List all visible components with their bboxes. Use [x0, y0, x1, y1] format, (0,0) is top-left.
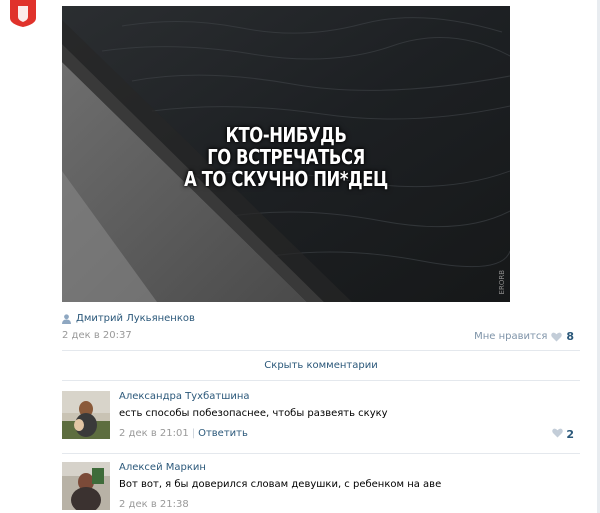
separator: | [191, 428, 196, 439]
post-image[interactable]: КТО-НИБУДЬ ГО ВСТРЕЧАТЬСЯ А ТО СКУЧНО ПИ… [62, 6, 510, 302]
app-logo-icon [6, 0, 40, 28]
comment-meta: 2 дек в 21:38 [119, 499, 189, 510]
comment-item: Алексей Маркин Вот вот, я бы доверился с… [62, 462, 580, 513]
caption-line: КТО-НИБУДЬ [225, 123, 347, 147]
heart-icon [552, 428, 564, 441]
person-icon [62, 313, 71, 324]
comment-text: есть способы побезопаснее, чтобы развеят… [119, 408, 388, 419]
hide-comments-link[interactable]: Скрыть комментарии [62, 360, 580, 371]
comment-item: Александра Тухбатшина есть способы побез… [62, 391, 580, 443]
comment-meta: 2 дек в 21:01 | Ответить [119, 428, 248, 439]
comment-author[interactable]: Алексей Маркин [119, 462, 206, 473]
like-button[interactable]: Мне нравится 8 [474, 330, 574, 343]
post-caption: КТО-НИБУДЬ ГО ВСТРЕЧАТЬСЯ А ТО СКУЧНО ПИ… [102, 124, 469, 190]
comment-author[interactable]: Александра Тухбатшина [119, 391, 250, 402]
like-label: Мне нравится [474, 331, 548, 342]
caption-line: А ТО СКУЧНО ПИ*ДЕЦ [184, 167, 388, 191]
comment-like-button[interactable]: 2 [552, 428, 574, 441]
avatar[interactable] [62, 391, 110, 439]
author-name[interactable]: Дмитрий Лукьяненков [76, 313, 195, 324]
heart-icon [551, 332, 563, 342]
like-count: 8 [566, 330, 574, 343]
reply-button[interactable]: Ответить [198, 428, 248, 439]
divider [62, 380, 580, 381]
divider [62, 453, 580, 454]
caption-line: ГО ВСТРЕЧАТЬСЯ [207, 145, 365, 169]
comment-date[interactable]: 2 дек в 21:01 [119, 428, 189, 439]
comment-like-count: 2 [566, 428, 574, 441]
comment-text: Вот вот, я бы доверился словам девушки, … [119, 479, 442, 490]
post-author[interactable]: Дмитрий Лукьяненков [62, 313, 195, 324]
divider [62, 350, 580, 351]
image-watermark: ERORB [498, 269, 506, 294]
post-date[interactable]: 2 дек в 20:37 [62, 330, 132, 341]
avatar[interactable] [62, 462, 110, 510]
comment-date[interactable]: 2 дек в 21:38 [119, 499, 189, 510]
